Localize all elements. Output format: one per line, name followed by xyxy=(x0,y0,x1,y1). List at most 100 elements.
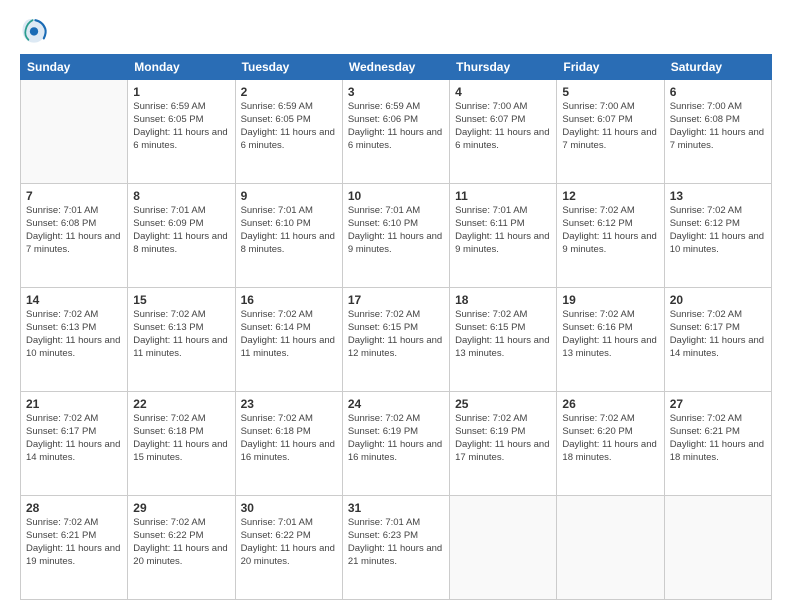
week-row-1: 1Sunrise: 6:59 AMSunset: 6:05 PMDaylight… xyxy=(21,80,772,184)
day-number: 1 xyxy=(133,84,229,100)
calendar-cell: 16Sunrise: 7:02 AMSunset: 6:14 PMDayligh… xyxy=(235,288,342,392)
day-info: Sunrise: 7:02 AMSunset: 6:20 PMDaylight:… xyxy=(562,413,656,462)
week-row-3: 14Sunrise: 7:02 AMSunset: 6:13 PMDayligh… xyxy=(21,288,772,392)
day-number: 28 xyxy=(26,500,122,516)
day-number: 20 xyxy=(670,292,766,308)
day-number: 29 xyxy=(133,500,229,516)
calendar-cell: 2Sunrise: 6:59 AMSunset: 6:05 PMDaylight… xyxy=(235,80,342,184)
day-number: 31 xyxy=(348,500,444,516)
day-number: 27 xyxy=(670,396,766,412)
day-info: Sunrise: 7:02 AMSunset: 6:17 PMDaylight:… xyxy=(26,413,120,462)
calendar-cell: 28Sunrise: 7:02 AMSunset: 6:21 PMDayligh… xyxy=(21,496,128,600)
calendar-cell: 12Sunrise: 7:02 AMSunset: 6:12 PMDayligh… xyxy=(557,184,664,288)
weekday-friday: Friday xyxy=(557,55,664,80)
calendar-cell xyxy=(450,496,557,600)
day-number: 21 xyxy=(26,396,122,412)
day-info: Sunrise: 7:02 AMSunset: 6:17 PMDaylight:… xyxy=(670,309,764,358)
day-number: 4 xyxy=(455,84,551,100)
page: SundayMondayTuesdayWednesdayThursdayFrid… xyxy=(0,0,792,612)
day-info: Sunrise: 7:01 AMSunset: 6:23 PMDaylight:… xyxy=(348,517,442,566)
week-row-5: 28Sunrise: 7:02 AMSunset: 6:21 PMDayligh… xyxy=(21,496,772,600)
day-number: 12 xyxy=(562,188,658,204)
calendar-cell xyxy=(21,80,128,184)
day-info: Sunrise: 7:02 AMSunset: 6:15 PMDaylight:… xyxy=(348,309,442,358)
day-number: 13 xyxy=(670,188,766,204)
calendar-cell: 3Sunrise: 6:59 AMSunset: 6:06 PMDaylight… xyxy=(342,80,449,184)
calendar-cell: 14Sunrise: 7:02 AMSunset: 6:13 PMDayligh… xyxy=(21,288,128,392)
day-number: 16 xyxy=(241,292,337,308)
day-number: 17 xyxy=(348,292,444,308)
day-info: Sunrise: 7:01 AMSunset: 6:22 PMDaylight:… xyxy=(241,517,335,566)
calendar-cell: 15Sunrise: 7:02 AMSunset: 6:13 PMDayligh… xyxy=(128,288,235,392)
weekday-saturday: Saturday xyxy=(664,55,771,80)
calendar-cell: 24Sunrise: 7:02 AMSunset: 6:19 PMDayligh… xyxy=(342,392,449,496)
day-info: Sunrise: 7:01 AMSunset: 6:08 PMDaylight:… xyxy=(26,205,120,254)
day-info: Sunrise: 7:02 AMSunset: 6:15 PMDaylight:… xyxy=(455,309,549,358)
day-number: 19 xyxy=(562,292,658,308)
day-number: 18 xyxy=(455,292,551,308)
calendar-cell: 31Sunrise: 7:01 AMSunset: 6:23 PMDayligh… xyxy=(342,496,449,600)
day-info: Sunrise: 7:02 AMSunset: 6:19 PMDaylight:… xyxy=(348,413,442,462)
day-number: 25 xyxy=(455,396,551,412)
day-number: 2 xyxy=(241,84,337,100)
day-number: 7 xyxy=(26,188,122,204)
calendar-cell: 1Sunrise: 6:59 AMSunset: 6:05 PMDaylight… xyxy=(128,80,235,184)
day-number: 6 xyxy=(670,84,766,100)
calendar-cell: 6Sunrise: 7:00 AMSunset: 6:08 PMDaylight… xyxy=(664,80,771,184)
calendar-cell: 17Sunrise: 7:02 AMSunset: 6:15 PMDayligh… xyxy=(342,288,449,392)
day-number: 9 xyxy=(241,188,337,204)
day-info: Sunrise: 7:00 AMSunset: 6:07 PMDaylight:… xyxy=(562,101,656,150)
calendar-cell: 29Sunrise: 7:02 AMSunset: 6:22 PMDayligh… xyxy=(128,496,235,600)
day-number: 3 xyxy=(348,84,444,100)
day-info: Sunrise: 7:02 AMSunset: 6:12 PMDaylight:… xyxy=(562,205,656,254)
calendar-cell: 13Sunrise: 7:02 AMSunset: 6:12 PMDayligh… xyxy=(664,184,771,288)
day-number: 30 xyxy=(241,500,337,516)
day-number: 10 xyxy=(348,188,444,204)
calendar-cell: 20Sunrise: 7:02 AMSunset: 6:17 PMDayligh… xyxy=(664,288,771,392)
day-info: Sunrise: 7:02 AMSunset: 6:18 PMDaylight:… xyxy=(133,413,227,462)
day-info: Sunrise: 6:59 AMSunset: 6:05 PMDaylight:… xyxy=(133,101,227,150)
calendar-table: SundayMondayTuesdayWednesdayThursdayFrid… xyxy=(20,54,772,600)
day-info: Sunrise: 7:02 AMSunset: 6:19 PMDaylight:… xyxy=(455,413,549,462)
weekday-wednesday: Wednesday xyxy=(342,55,449,80)
calendar-cell: 7Sunrise: 7:01 AMSunset: 6:08 PMDaylight… xyxy=(21,184,128,288)
header xyxy=(20,16,772,44)
logo xyxy=(20,16,52,44)
day-info: Sunrise: 7:02 AMSunset: 6:21 PMDaylight:… xyxy=(26,517,120,566)
calendar-cell: 18Sunrise: 7:02 AMSunset: 6:15 PMDayligh… xyxy=(450,288,557,392)
day-number: 24 xyxy=(348,396,444,412)
calendar-cell: 9Sunrise: 7:01 AMSunset: 6:10 PMDaylight… xyxy=(235,184,342,288)
calendar-cell: 19Sunrise: 7:02 AMSunset: 6:16 PMDayligh… xyxy=(557,288,664,392)
day-info: Sunrise: 6:59 AMSunset: 6:06 PMDaylight:… xyxy=(348,101,442,150)
weekday-header-row: SundayMondayTuesdayWednesdayThursdayFrid… xyxy=(21,55,772,80)
day-number: 5 xyxy=(562,84,658,100)
day-number: 15 xyxy=(133,292,229,308)
day-info: Sunrise: 7:02 AMSunset: 6:12 PMDaylight:… xyxy=(670,205,764,254)
day-info: Sunrise: 7:01 AMSunset: 6:09 PMDaylight:… xyxy=(133,205,227,254)
calendar-cell xyxy=(664,496,771,600)
calendar-cell: 21Sunrise: 7:02 AMSunset: 6:17 PMDayligh… xyxy=(21,392,128,496)
day-info: Sunrise: 7:02 AMSunset: 6:18 PMDaylight:… xyxy=(241,413,335,462)
calendar-cell: 26Sunrise: 7:02 AMSunset: 6:20 PMDayligh… xyxy=(557,392,664,496)
day-info: Sunrise: 6:59 AMSunset: 6:05 PMDaylight:… xyxy=(241,101,335,150)
day-number: 22 xyxy=(133,396,229,412)
weekday-thursday: Thursday xyxy=(450,55,557,80)
weekday-sunday: Sunday xyxy=(21,55,128,80)
calendar-cell: 10Sunrise: 7:01 AMSunset: 6:10 PMDayligh… xyxy=(342,184,449,288)
calendar-cell: 11Sunrise: 7:01 AMSunset: 6:11 PMDayligh… xyxy=(450,184,557,288)
day-info: Sunrise: 7:02 AMSunset: 6:14 PMDaylight:… xyxy=(241,309,335,358)
day-info: Sunrise: 7:02 AMSunset: 6:21 PMDaylight:… xyxy=(670,413,764,462)
week-row-2: 7Sunrise: 7:01 AMSunset: 6:08 PMDaylight… xyxy=(21,184,772,288)
calendar-cell: 8Sunrise: 7:01 AMSunset: 6:09 PMDaylight… xyxy=(128,184,235,288)
day-number: 23 xyxy=(241,396,337,412)
day-info: Sunrise: 7:02 AMSunset: 6:16 PMDaylight:… xyxy=(562,309,656,358)
day-number: 8 xyxy=(133,188,229,204)
calendar-cell: 30Sunrise: 7:01 AMSunset: 6:22 PMDayligh… xyxy=(235,496,342,600)
day-info: Sunrise: 7:00 AMSunset: 6:07 PMDaylight:… xyxy=(455,101,549,150)
calendar-cell: 25Sunrise: 7:02 AMSunset: 6:19 PMDayligh… xyxy=(450,392,557,496)
day-info: Sunrise: 7:02 AMSunset: 6:22 PMDaylight:… xyxy=(133,517,227,566)
calendar-cell xyxy=(557,496,664,600)
day-number: 14 xyxy=(26,292,122,308)
day-number: 26 xyxy=(562,396,658,412)
day-info: Sunrise: 7:01 AMSunset: 6:10 PMDaylight:… xyxy=(241,205,335,254)
